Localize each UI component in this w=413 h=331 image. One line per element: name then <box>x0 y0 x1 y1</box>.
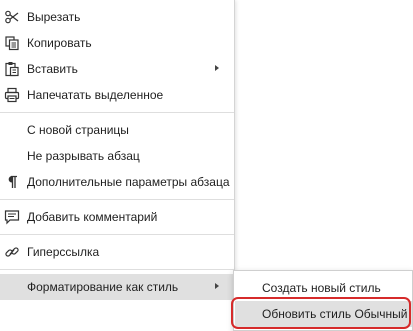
pilcrow-icon <box>4 174 20 190</box>
menu-item-label: С новой страницы <box>27 123 129 137</box>
submenu-item-label: Создать новый стиль <box>262 281 381 295</box>
submenu-item-update-style[interactable]: Обновить стиль Обычный <box>235 301 412 327</box>
printer-icon <box>4 87 20 103</box>
menu-item-label: Вставить <box>27 62 78 76</box>
menu-item-paragraph-settings[interactable]: Дополнительные параметры абзаца <box>0 169 234 195</box>
menu-item-label: Дополнительные параметры абзаца <box>27 175 230 189</box>
format-as-style-submenu: Создать новый стиль Обновить стиль Обычн… <box>233 270 413 331</box>
submenu-item-label: Обновить стиль Обычный <box>262 307 408 321</box>
menu-item-label: Гиперссылка <box>27 245 100 259</box>
menu-separator <box>0 234 234 235</box>
chevron-right-icon <box>215 65 219 71</box>
menu-item-print-selection[interactable]: Напечатать выделенное <box>0 82 234 108</box>
menu-item-label: Добавить комментарий <box>27 210 158 224</box>
menu-separator <box>0 269 234 270</box>
menu-item-page-break-before[interactable]: С новой страницы <box>0 117 234 143</box>
menu-separator <box>0 199 234 200</box>
menu-item-format-as-style[interactable]: Форматирование как стиль <box>0 274 234 300</box>
menu-item-label: Форматирование как стиль <box>27 280 179 294</box>
menu-item-label: Не разрывать абзац <box>27 149 140 163</box>
copy-icon <box>4 35 20 51</box>
menu-item-paste[interactable]: Вставить <box>0 56 234 82</box>
comment-icon <box>4 209 20 225</box>
submenu-item-create-style[interactable]: Создать новый стиль <box>235 275 412 301</box>
menu-item-keep-lines-together[interactable]: Не разрывать абзац <box>0 143 234 169</box>
menu-separator <box>0 112 234 113</box>
context-menu: Вырезать Копировать Вставить Напечатать … <box>0 0 235 331</box>
menu-item-hyperlink[interactable]: Гиперссылка <box>0 239 234 265</box>
clipboard-icon <box>4 61 20 77</box>
menu-item-copy[interactable]: Копировать <box>0 30 234 56</box>
menu-item-label: Копировать <box>27 36 92 50</box>
scissors-icon <box>4 9 20 25</box>
chevron-right-icon <box>215 283 219 289</box>
menu-item-add-comment[interactable]: Добавить комментарий <box>0 204 234 230</box>
menu-item-label: Напечатать выделенное <box>27 88 164 102</box>
menu-item-label: Вырезать <box>27 10 81 24</box>
menu-item-cut[interactable]: Вырезать <box>0 4 234 30</box>
link-icon <box>4 244 20 260</box>
